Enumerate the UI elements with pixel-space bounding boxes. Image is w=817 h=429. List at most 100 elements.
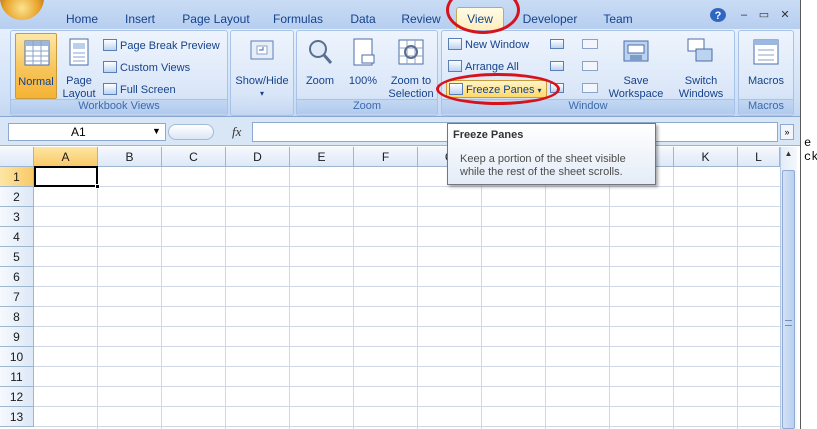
row-header-1[interactable]: 1 xyxy=(0,167,34,187)
row-header-3[interactable]: 3 xyxy=(0,207,34,227)
normal-view-button[interactable]: Normal xyxy=(15,33,57,99)
tab-home[interactable]: Home xyxy=(58,11,106,29)
grid-hline xyxy=(34,306,780,307)
row-header-11[interactable]: 11 xyxy=(0,367,34,387)
help-icon[interactable]: ? xyxy=(710,8,726,22)
tab-data[interactable]: Data xyxy=(343,11,383,29)
full-screen-button[interactable]: Full Screen xyxy=(103,81,176,99)
name-box[interactable]: A1 xyxy=(8,123,166,141)
zoom-to-label-1: Zoom to xyxy=(390,75,432,87)
split-icon[interactable] xyxy=(550,39,564,49)
row-header-7[interactable]: 7 xyxy=(0,287,34,307)
tooltip-line-1: Keep a portion of the sheet visible xyxy=(460,153,626,165)
page-break-preview-icon xyxy=(103,39,117,51)
group-zoom: Zoom 100% Zoom to Selection Zoom xyxy=(296,30,438,116)
custom-views-button[interactable]: Custom Views xyxy=(103,59,190,77)
synchronous-scrolling-icon[interactable] xyxy=(582,61,598,71)
row-header-8[interactable]: 8 xyxy=(0,307,34,327)
excel-window: Home Insert Page Layout Formulas Data Re… xyxy=(0,0,817,429)
page-break-preview-button[interactable]: Page Break Preview xyxy=(103,37,220,55)
ribbon: Normal Page Layout Page Break Preview Cu… xyxy=(0,29,800,117)
background-text-2: ck xyxy=(804,150,817,164)
tab-team[interactable]: Team xyxy=(598,11,638,29)
background-text-1: e xyxy=(804,136,812,150)
switch-windows-label-1: Switch xyxy=(684,75,718,87)
row-header-4[interactable]: 4 xyxy=(0,227,34,247)
hide-window-icon[interactable] xyxy=(550,61,564,71)
zoom-button[interactable]: Zoom xyxy=(299,33,341,99)
formula-bar-expand-handle[interactable] xyxy=(168,124,214,140)
minimize-icon[interactable]: – xyxy=(736,8,752,22)
zoom-100-icon xyxy=(353,38,375,66)
new-window-button[interactable]: New Window xyxy=(448,36,529,54)
background-window-edge: e ck xyxy=(800,0,817,429)
save-workspace-label-1: Save xyxy=(623,75,649,87)
scrollbar-thumb[interactable] xyxy=(782,170,795,429)
switch-windows-button[interactable]: Switch Windows xyxy=(670,33,732,100)
macros-button[interactable]: Macros xyxy=(741,33,791,99)
zoom-group-label: Zoom xyxy=(297,99,437,114)
zoom-label: Zoom xyxy=(305,75,335,87)
grid-hline xyxy=(34,246,780,247)
zoom-to-selection-button[interactable]: Zoom to Selection xyxy=(385,33,437,100)
save-workspace-button[interactable]: Save Workspace xyxy=(604,33,668,100)
tooltip-line-2: while the rest of the sheet scrolls. xyxy=(460,166,623,178)
macros-label: Macros xyxy=(747,75,785,87)
column-header-k[interactable]: K xyxy=(674,147,738,167)
column-header-b[interactable]: B xyxy=(98,147,162,167)
row-header-6[interactable]: 6 xyxy=(0,267,34,287)
tab-insert[interactable]: Insert xyxy=(116,11,164,29)
row-header-2[interactable]: 2 xyxy=(0,187,34,207)
show-hide-dropdown-icon: ▾ xyxy=(259,89,264,98)
zoom-100-button[interactable]: 100% xyxy=(343,33,383,99)
grid-hline xyxy=(34,206,780,207)
grid-hline xyxy=(34,346,780,347)
insert-function-icon[interactable]: fx xyxy=(232,124,241,140)
row-header-13[interactable]: 13 xyxy=(0,407,34,427)
scroll-up-icon[interactable]: ▲ xyxy=(782,149,795,161)
view-side-by-side-icon[interactable] xyxy=(582,39,598,49)
row-header-5[interactable]: 5 xyxy=(0,247,34,267)
row-header-10[interactable]: 10 xyxy=(0,347,34,367)
restore-icon[interactable]: ▭ xyxy=(756,8,772,22)
page-layout-icon xyxy=(69,38,89,66)
new-window-icon xyxy=(448,38,462,50)
annotation-ring-freeze-panes xyxy=(436,73,560,105)
grid-hline xyxy=(34,426,780,427)
tab-formulas[interactable]: Formulas xyxy=(266,11,330,29)
formula-bar-expand-icon[interactable]: » xyxy=(780,124,794,140)
grid-hline xyxy=(34,226,780,227)
fill-handle[interactable] xyxy=(95,184,100,189)
tab-developer[interactable]: Developer xyxy=(515,11,585,29)
arrange-all-icon xyxy=(448,60,462,72)
save-workspace-icon xyxy=(623,40,649,62)
column-header-l[interactable]: L xyxy=(738,147,780,167)
full-screen-label: Full Screen xyxy=(120,84,176,96)
column-header-e[interactable]: E xyxy=(290,147,354,167)
column-header-d[interactable]: D xyxy=(226,147,290,167)
grid-hline xyxy=(34,366,780,367)
grid-hline xyxy=(34,266,780,267)
select-all-corner[interactable] xyxy=(0,147,34,167)
magnifier-icon xyxy=(309,40,333,64)
page-break-preview-label: Page Break Preview xyxy=(120,40,220,52)
column-header-c[interactable]: C xyxy=(162,147,226,167)
close-icon[interactable]: ✕ xyxy=(777,8,793,22)
page-layout-view-button[interactable]: Page Layout xyxy=(59,33,99,100)
show-hide-button[interactable]: Show/Hide ▾ xyxy=(233,33,291,99)
row-header-12[interactable]: 12 xyxy=(0,387,34,407)
reset-window-position-icon[interactable] xyxy=(582,83,598,93)
custom-views-label: Custom Views xyxy=(120,62,191,74)
tab-review[interactable]: Review xyxy=(397,11,445,29)
grid-hline xyxy=(34,406,780,407)
tab-page-layout[interactable]: Page Layout xyxy=(176,11,256,29)
active-cell-a1[interactable] xyxy=(34,166,98,187)
row-header-9[interactable]: 9 xyxy=(0,327,34,347)
column-header-a[interactable]: A xyxy=(34,147,98,167)
grid-hline xyxy=(34,186,780,187)
name-box-dropdown-icon[interactable]: ▼ xyxy=(152,126,161,136)
grid-hline xyxy=(34,326,780,327)
switch-windows-icon xyxy=(687,38,713,62)
normal-view-icon xyxy=(24,40,50,66)
column-header-f[interactable]: F xyxy=(354,147,418,167)
